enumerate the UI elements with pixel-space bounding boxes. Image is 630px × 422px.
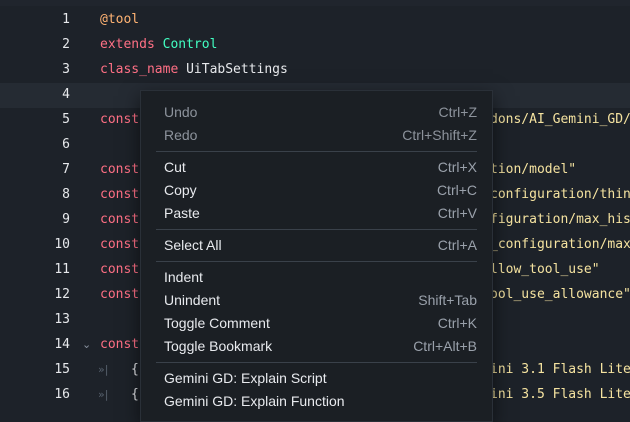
menu-item-explain-script[interactable]: Gemini GD: Explain Script	[141, 367, 492, 390]
string-fragment: configuration/thin	[490, 187, 630, 202]
menu-item-shortcut: Ctrl+A	[437, 237, 477, 253]
keyword-token: extends	[100, 37, 163, 52]
menu-item-redo[interactable]: Redo Ctrl+Shift+Z	[141, 124, 492, 147]
line-number: 6	[62, 137, 70, 152]
menu-item-label: Toggle Bookmark	[164, 338, 273, 354]
keyword-token: const	[100, 162, 140, 177]
menu-item-label: Toggle Comment	[164, 315, 270, 331]
line-number: 14	[54, 337, 70, 352]
type-token: Control	[162, 37, 218, 52]
string-fragment: _configuration/max	[490, 237, 630, 252]
brace-token: {	[131, 387, 139, 402]
class-name-token: UiTabSettings	[186, 62, 288, 77]
menu-item-label: Undo	[164, 104, 198, 120]
line-number: 10	[54, 237, 70, 252]
menu-item-shortcut: Ctrl+V	[437, 205, 477, 221]
menu-item-label: Indent	[164, 269, 203, 285]
context-menu: Undo Ctrl+Z Redo Ctrl+Shift+Z Cut Ctrl+X…	[140, 90, 493, 422]
menu-item-toggle-bookmark[interactable]: Toggle Bookmark Ctrl+Alt+B	[141, 335, 492, 358]
menu-item-select-all[interactable]: Select All Ctrl+A	[141, 234, 492, 257]
string-fragment: ini 3.1 Flash Lite	[490, 362, 630, 377]
menu-separator	[156, 261, 477, 262]
string-fragment: figuration/max_his	[490, 212, 630, 227]
menu-item-cut[interactable]: Cut Ctrl+X	[141, 156, 492, 179]
fold-chevron-icon[interactable]: ⌄	[82, 338, 91, 351]
string-fragment: ini 3.5 Flash Lite	[490, 387, 630, 402]
menu-item-explain-function[interactable]: Gemini GD: Explain Function	[141, 390, 492, 413]
menu-item-label: Paste	[164, 205, 200, 221]
line-number: 16	[54, 387, 70, 402]
editor-top-bar	[0, 0, 630, 6]
menu-item-shortcut: Ctrl+C	[436, 182, 477, 198]
line-number: 8	[62, 187, 70, 202]
line-number: 13	[54, 312, 70, 327]
menu-item-toggle-comment[interactable]: Toggle Comment Ctrl+K	[141, 312, 492, 335]
menu-item-indent[interactable]: Indent	[141, 266, 492, 289]
line-number: 4	[62, 87, 70, 102]
line-number: 3	[62, 62, 70, 77]
code-line-3[interactable]: 3 class_name UiTabSettings	[0, 58, 630, 83]
menu-separator	[156, 362, 477, 363]
keyword-token: const	[100, 212, 140, 227]
menu-item-shortcut: Shift+Tab	[418, 292, 477, 308]
line-number: 11	[54, 262, 70, 277]
line-number: 1	[62, 12, 70, 27]
menu-item-shortcut: Ctrl+Alt+B	[413, 338, 477, 354]
string-fragment: tion/model"	[490, 162, 577, 177]
line-number: 2	[62, 37, 70, 52]
line-number: 12	[54, 287, 70, 302]
keyword-token: const	[100, 112, 140, 127]
menu-item-label: Cut	[164, 159, 186, 175]
annotation-token: @tool	[100, 12, 140, 27]
menu-separator	[156, 229, 477, 230]
brace-token: {	[131, 362, 139, 377]
menu-item-paste[interactable]: Paste Ctrl+V	[141, 202, 492, 225]
menu-item-label: Gemini GD: Explain Function	[164, 393, 345, 409]
menu-item-label: Gemini GD: Explain Script	[164, 370, 327, 386]
code-line-1[interactable]: 1 @tool	[0, 8, 630, 33]
menu-item-label: Redo	[164, 127, 198, 143]
tab-indent-icon: »|	[98, 388, 109, 401]
menu-item-label: Copy	[164, 182, 197, 198]
keyword-token: class_name	[100, 62, 187, 77]
keyword-token: const	[100, 237, 140, 252]
menu-item-copy[interactable]: Copy Ctrl+C	[141, 179, 492, 202]
menu-item-shortcut: Ctrl+X	[437, 159, 477, 175]
line-number: 15	[54, 362, 70, 377]
line-number: 7	[62, 162, 70, 177]
code-line-2[interactable]: 2 extends Control	[0, 33, 630, 58]
menu-item-label: Unindent	[164, 292, 221, 308]
line-number: 5	[62, 112, 70, 127]
menu-item-undo[interactable]: Undo Ctrl+Z	[141, 101, 492, 124]
menu-item-unindent[interactable]: Unindent Shift+Tab	[141, 289, 492, 312]
menu-item-label: Select All	[164, 237, 222, 253]
keyword-token: const	[100, 262, 140, 277]
menu-separator	[156, 151, 477, 152]
string-fragment: ool_use_allowance"	[490, 287, 630, 302]
menu-item-shortcut: Ctrl+Shift+Z	[402, 127, 477, 143]
menu-item-shortcut: Ctrl+Z	[438, 104, 478, 120]
keyword-token: const	[100, 187, 140, 202]
string-fragment: llow_tool_use"	[490, 262, 600, 277]
keyword-token: const	[100, 337, 140, 352]
line-number: 9	[62, 212, 70, 227]
keyword-token: const	[100, 287, 140, 302]
tab-indent-icon: »|	[98, 363, 109, 376]
string-fragment: dons/AI_Gemini_GD/	[490, 112, 630, 127]
menu-item-shortcut: Ctrl+K	[437, 315, 477, 331]
